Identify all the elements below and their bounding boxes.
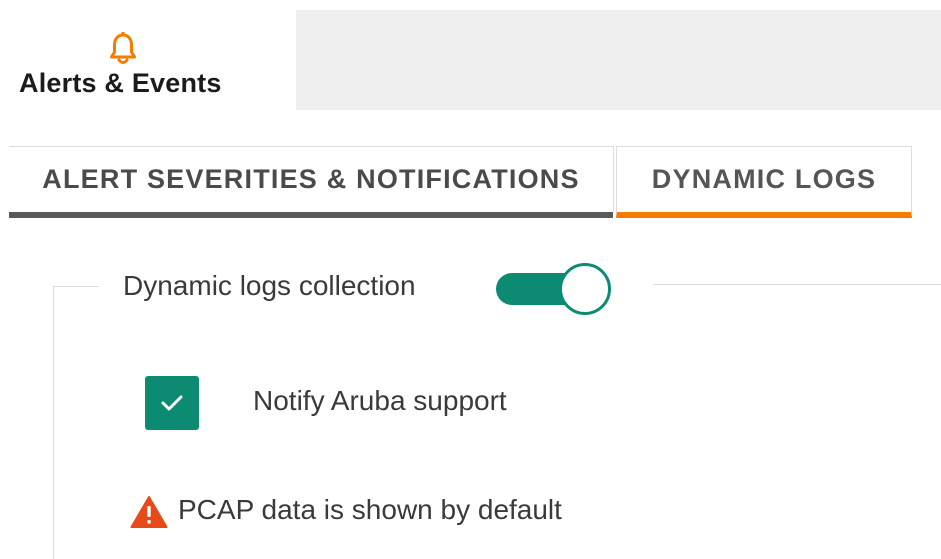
dynamic-logs-collection-label: Dynamic logs collection (123, 270, 416, 301)
toggle-knob (559, 263, 611, 315)
tab-label: ALERT SEVERITIES & NOTIFICATIONS (42, 164, 580, 194)
pcap-warning-text: PCAP data is shown by default (178, 494, 562, 525)
nav-item-label: Alerts & Events (19, 68, 222, 98)
tab-divider (613, 146, 614, 212)
header-bar (296, 10, 941, 110)
fieldset-border-left (53, 286, 54, 559)
warning-triangle-icon (130, 495, 168, 529)
tab-alert-severities-notifications[interactable]: ALERT SEVERITIES & NOTIFICATIONS (9, 146, 613, 218)
fieldset-border-top (53, 286, 99, 287)
bell-icon (108, 31, 138, 66)
tab-label: DYNAMIC LOGS (651, 164, 877, 194)
checkmark-icon (161, 395, 183, 411)
dynamic-logs-collection-toggle[interactable] (496, 262, 613, 315)
fieldset-border-top (654, 284, 941, 285)
tab-dynamic-logs[interactable]: DYNAMIC LOGS (616, 146, 912, 218)
nav-item-alerts-events[interactable]: Alerts & Events (0, 0, 296, 110)
notify-aruba-support-label: Notify Aruba support (253, 385, 507, 416)
notify-aruba-support-checkbox[interactable] (145, 376, 199, 430)
